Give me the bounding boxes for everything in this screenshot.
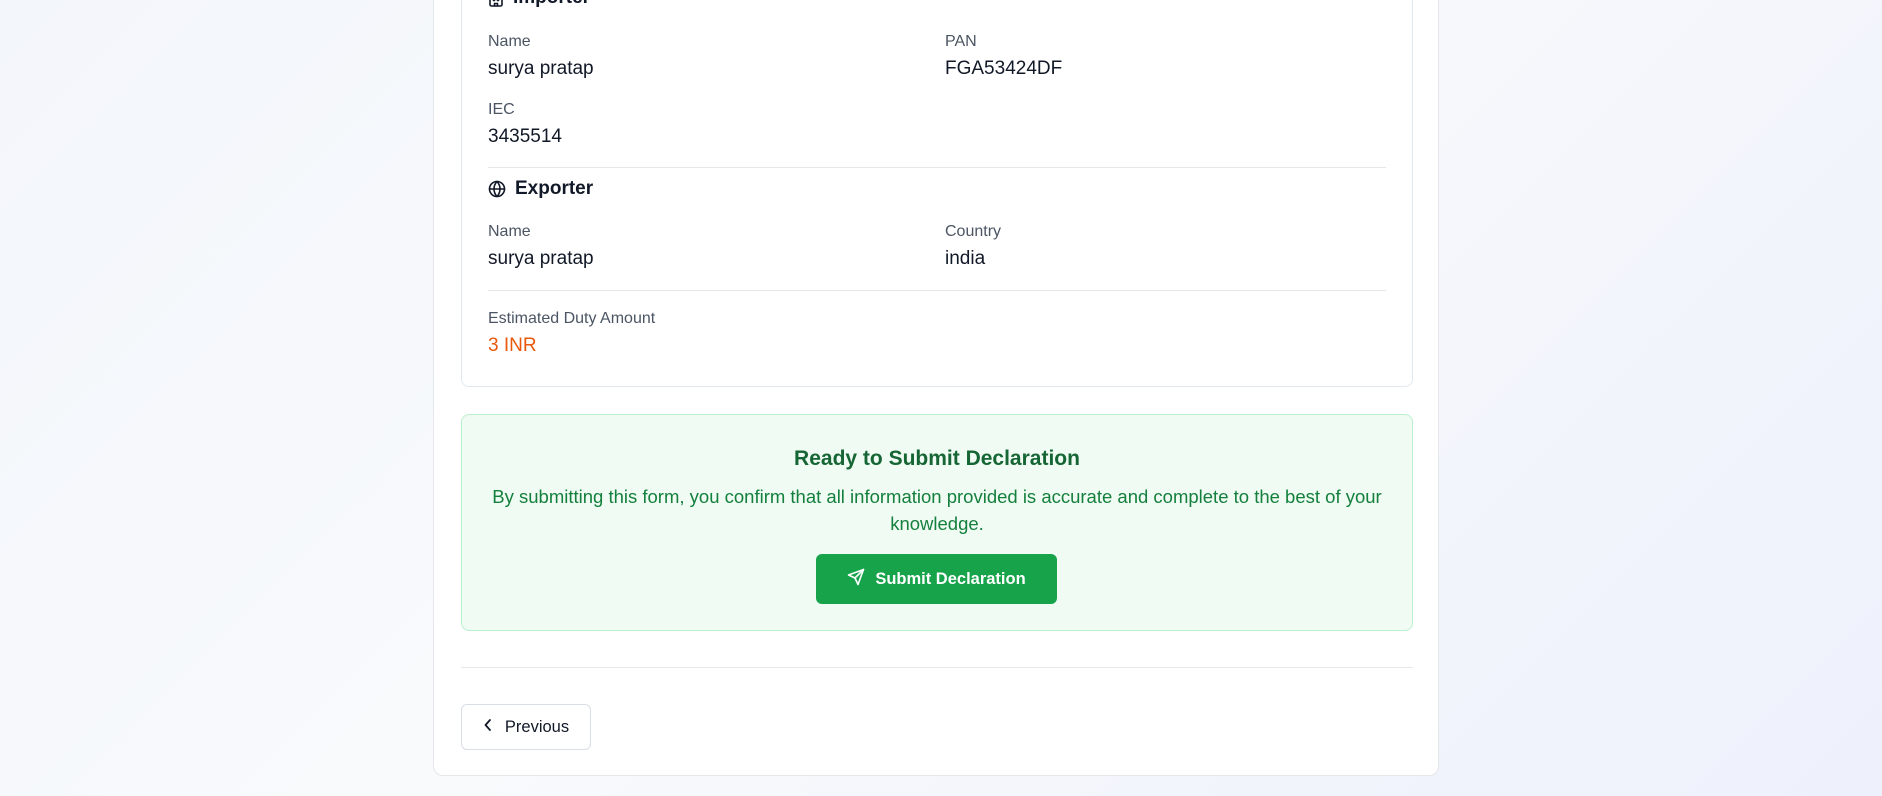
globe-icon xyxy=(488,180,506,198)
importer-pan-value: FGA53424DF xyxy=(945,58,1063,79)
section-divider xyxy=(488,167,1386,168)
exporter-country-label: Country xyxy=(945,223,1002,240)
building-icon xyxy=(488,0,504,7)
submit-declaration-label: Submit Declaration xyxy=(875,569,1026,588)
importer-name-label: Name xyxy=(488,33,531,50)
duty-amount-label: Estimated Duty Amount xyxy=(488,310,656,327)
submit-declaration-button[interactable]: Submit Declaration xyxy=(816,554,1057,604)
exporter-section-header: Exporter xyxy=(488,178,593,200)
footer-divider xyxy=(461,667,1413,668)
send-icon xyxy=(847,568,865,591)
ready-description: By submitting this form, you confirm tha… xyxy=(492,486,1382,534)
exporter-title: Exporter xyxy=(515,178,594,199)
exporter-country-value: india xyxy=(945,248,986,269)
previous-label: Previous xyxy=(504,717,570,736)
exporter-name-label: Name xyxy=(488,223,531,240)
exporter-name-value: surya pratap xyxy=(488,248,594,269)
duty-amount-value: 3 INR xyxy=(488,335,537,356)
previous-button[interactable]: Previous xyxy=(461,704,591,750)
ready-title: Ready to Submit Declaration xyxy=(794,447,1080,470)
declaration-summary-card: Importer Name surya pratap PAN FGA53424D… xyxy=(461,0,1413,387)
chevron-left-icon xyxy=(483,718,493,737)
ready-to-submit-panel: Ready to Submit Declaration By submittin… xyxy=(461,414,1413,631)
importer-pan-label: PAN xyxy=(945,33,977,50)
importer-iec-label: IEC xyxy=(488,101,515,118)
importer-title: Importer xyxy=(513,0,590,9)
importer-iec-value: 3435514 xyxy=(488,126,562,147)
section-divider xyxy=(488,290,1386,291)
importer-section-header: Importer xyxy=(488,0,590,9)
importer-name-value: surya pratap xyxy=(488,58,594,79)
